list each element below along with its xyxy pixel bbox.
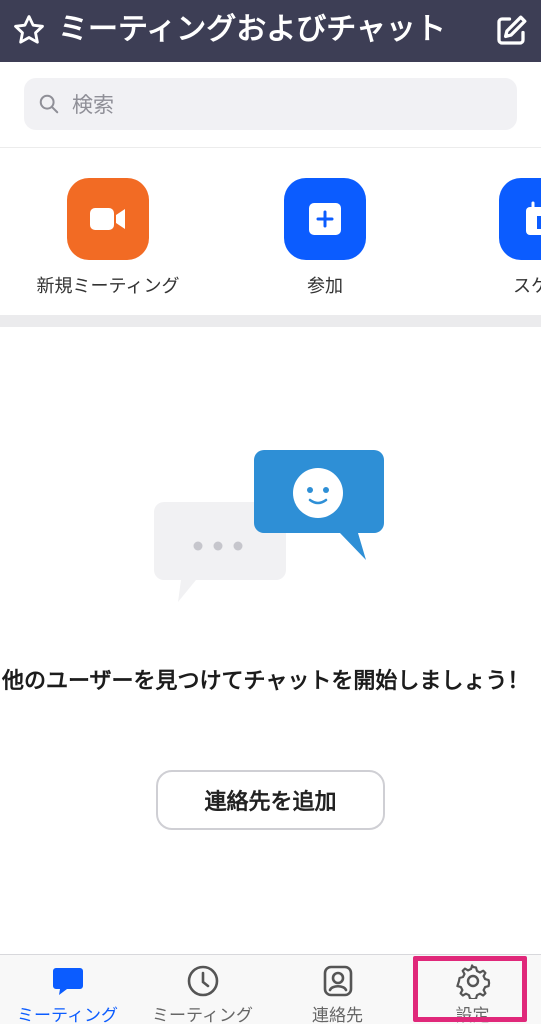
tab-contacts[interactable]: 連絡先 (270, 955, 405, 1024)
video-camera-icon (67, 178, 149, 260)
tab-label: ミーティング (17, 1006, 118, 1024)
bottom-tab-bar: ミーティング ミーティング 連絡先 設定 (0, 954, 541, 1024)
tab-label: 連絡先 (312, 1006, 363, 1024)
add-contact-button[interactable]: 連絡先を追加 (156, 770, 385, 830)
chat-bubble-icon (52, 968, 83, 995)
search-section: 検索 (0, 62, 541, 148)
search-input[interactable]: 検索 (24, 78, 517, 130)
contact-icon (323, 965, 352, 997)
plus-icon (284, 178, 366, 260)
join-button[interactable]: 参加 (245, 178, 405, 298)
star-icon[interactable] (12, 13, 46, 47)
search-placeholder: 検索 (72, 93, 114, 117)
join-label: 参加 (307, 276, 343, 297)
gear-icon (455, 964, 490, 999)
clock-icon (187, 965, 218, 997)
compose-icon[interactable] (493, 13, 529, 49)
tab-label: ミーティング (152, 1006, 253, 1024)
page-title: ミーティングおよびチャット (58, 12, 446, 47)
schedule-button[interactable]: スケジ (460, 178, 541, 298)
search-icon (39, 94, 59, 114)
new-meeting-button[interactable]: 新規ミーティング (28, 178, 188, 298)
schedule-label: スケジ (513, 276, 541, 297)
tab-meetings[interactable]: ミーティング (135, 955, 270, 1024)
new-meeting-label: 新規ミーティング (36, 276, 180, 297)
empty-chat-state: 他のユーザーを見つけてチャットを開始しましょう！ 連絡先を追加 (0, 327, 541, 954)
tab-meetings-chat[interactable]: ミーティング (0, 955, 135, 1024)
top-bar: ミーティングおよびチャット (0, 0, 541, 62)
empty-state-message: 他のユーザーを見つけてチャットを開始しましょう！ (2, 669, 530, 694)
chat-bubbles-illustration (154, 450, 384, 602)
quick-actions: 新規ミーティング 参加 スケジ (0, 149, 541, 315)
calendar-icon (499, 178, 541, 260)
tab-label: 設定 (455, 1006, 490, 1024)
tab-settings[interactable]: 設定 (405, 955, 540, 1024)
section-divider (0, 315, 541, 327)
